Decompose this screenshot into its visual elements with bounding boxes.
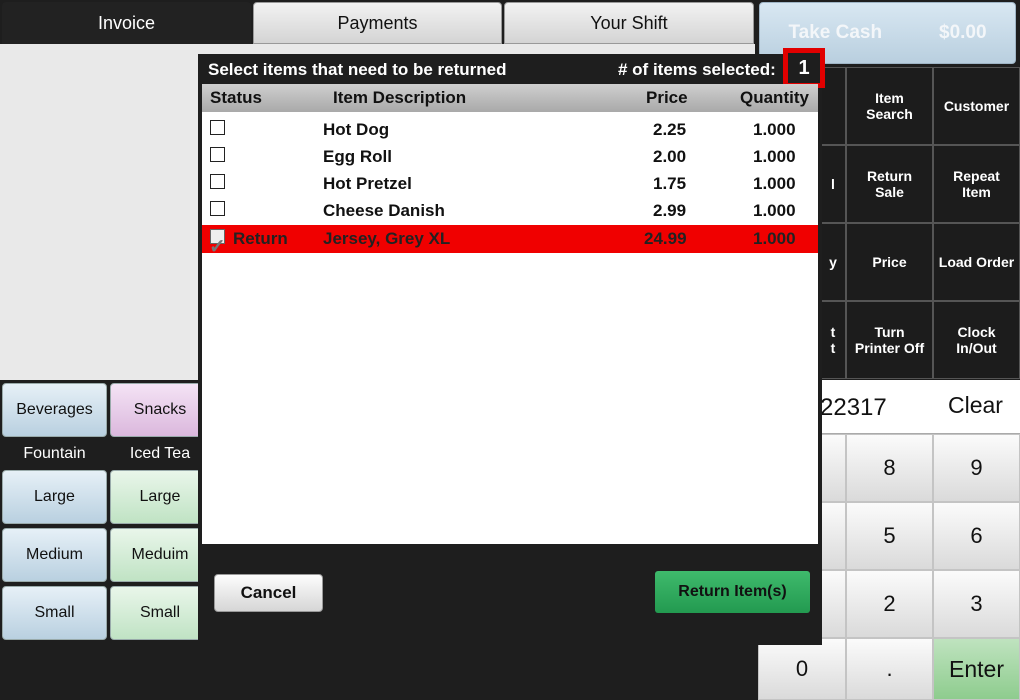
row-checkbox[interactable] <box>210 120 225 135</box>
key-6[interactable]: 6 <box>933 502 1020 570</box>
items-selected-count: 1 <box>783 48 825 88</box>
row-description: Cheese Danish <box>323 201 445 220</box>
dialog-title: Select items that need to be returned <box>208 60 507 79</box>
tab-your-shift[interactable]: Your Shift <box>504 2 754 44</box>
iced-tea-large-button[interactable]: Large <box>110 470 210 524</box>
tab-payments[interactable]: Payments <box>253 2 502 44</box>
fountain-large-button[interactable]: Large <box>2 470 107 524</box>
table-row[interactable]: Egg Roll 2.00 1.000 <box>202 143 818 170</box>
take-cash-amount: $0.00 <box>939 22 987 43</box>
row-quantity: 1.000 <box>753 174 796 193</box>
row-quantity: 1.000 <box>753 201 796 220</box>
function-button-partial-3[interactable]: y <box>820 223 846 301</box>
table-row-selected[interactable]: ✓ Return Jersey, Grey XL 24.99 1.000 <box>202 225 818 258</box>
row-price: 2.25 <box>653 120 687 139</box>
column-price: Price <box>646 88 688 107</box>
items-selected-label: # of items selected: <box>618 60 776 79</box>
tab-invoice[interactable]: Invoice <box>2 2 251 44</box>
row-quantity: 1.000 <box>753 120 796 139</box>
column-quantity: Quantity <box>740 88 809 107</box>
items-list: Hot Dog 2.25 1.000 Egg Roll 2.00 1.000 H… <box>202 112 818 544</box>
key-0[interactable]: 0 <box>758 638 846 700</box>
repeat-item-button[interactable]: Repeat Item <box>933 145 1020 223</box>
function-button-partial-4[interactable]: t t <box>820 301 846 379</box>
row-description: Hot Dog <box>323 120 390 139</box>
row-price: 1.75 <box>653 174 687 193</box>
row-description: Hot Pretzel <box>323 174 412 193</box>
item-search-button[interactable]: Item Search <box>846 67 933 145</box>
checkmark-icon: ✓ <box>209 236 226 258</box>
cancel-button[interactable]: Cancel <box>214 574 323 612</box>
iced-tea-medium-button[interactable]: Meduim <box>110 528 210 582</box>
entry-display: 22317 Clear <box>820 380 1020 434</box>
key-3[interactable]: 3 <box>933 570 1020 638</box>
key-9[interactable]: 9 <box>933 434 1020 502</box>
customer-button[interactable]: Customer <box>933 67 1020 145</box>
snacks-button[interactable]: Snacks <box>110 383 210 437</box>
return-items-button[interactable]: Return Item(s) <box>655 571 810 613</box>
enter-button[interactable]: Enter <box>933 638 1020 700</box>
entry-value: 22317 <box>820 394 887 421</box>
price-button[interactable]: Price <box>846 223 933 301</box>
row-price: 2.00 <box>653 147 687 166</box>
row-checkbox[interactable] <box>210 201 225 216</box>
beverages-button[interactable]: Beverages <box>2 383 107 437</box>
fountain-medium-button[interactable]: Medium <box>2 528 107 582</box>
fountain-small-button[interactable]: Small <box>2 586 107 640</box>
iced-tea-label: Iced Tea <box>129 445 191 462</box>
key-7-partial[interactable] <box>820 434 846 502</box>
row-price: 24.99 <box>644 229 687 248</box>
dialog-header: Select items that need to be returned # … <box>198 54 822 84</box>
clock-in-out-button[interactable]: Clock In/Out <box>933 301 1020 379</box>
clear-button[interactable]: Clear <box>948 392 1003 419</box>
turn-printer-off-button[interactable]: Turn Printer Off <box>846 301 933 379</box>
return-sale-button[interactable]: Return Sale <box>846 145 933 223</box>
table-header: Status Item Description Price Quantity <box>202 84 818 112</box>
column-status: Status <box>210 88 262 107</box>
row-price: 2.99 <box>653 201 687 220</box>
key-8[interactable]: 8 <box>846 434 933 502</box>
row-checkbox[interactable] <box>210 147 225 162</box>
row-checkbox-checked[interactable]: ✓ <box>209 229 226 258</box>
table-row[interactable]: Hot Dog 2.25 1.000 <box>202 116 818 143</box>
row-checkbox[interactable] <box>210 174 225 189</box>
key-2[interactable]: 2 <box>846 570 933 638</box>
row-quantity: 1.000 <box>753 147 796 166</box>
column-description: Item Description <box>333 88 467 107</box>
row-description: Egg Roll <box>323 147 392 166</box>
key-5[interactable]: 5 <box>846 502 933 570</box>
row-quantity: 1.000 <box>753 229 796 248</box>
key-decimal[interactable]: . <box>846 638 933 700</box>
load-order-button[interactable]: Load Order <box>933 223 1020 301</box>
table-row[interactable]: Hot Pretzel 1.75 1.000 <box>202 170 818 197</box>
table-row[interactable]: Cheese Danish 2.99 1.000 <box>202 197 818 224</box>
function-button-partial-2[interactable]: l <box>820 145 846 223</box>
row-description: Jersey, Grey XL <box>323 229 451 248</box>
take-cash-label: Take Cash <box>788 22 883 43</box>
fountain-label: Fountain <box>23 445 86 462</box>
iced-tea-small-button[interactable]: Small <box>110 586 210 640</box>
key-1-partial[interactable] <box>820 570 846 638</box>
row-status: Return <box>233 229 288 248</box>
key-4-partial[interactable] <box>820 502 846 570</box>
